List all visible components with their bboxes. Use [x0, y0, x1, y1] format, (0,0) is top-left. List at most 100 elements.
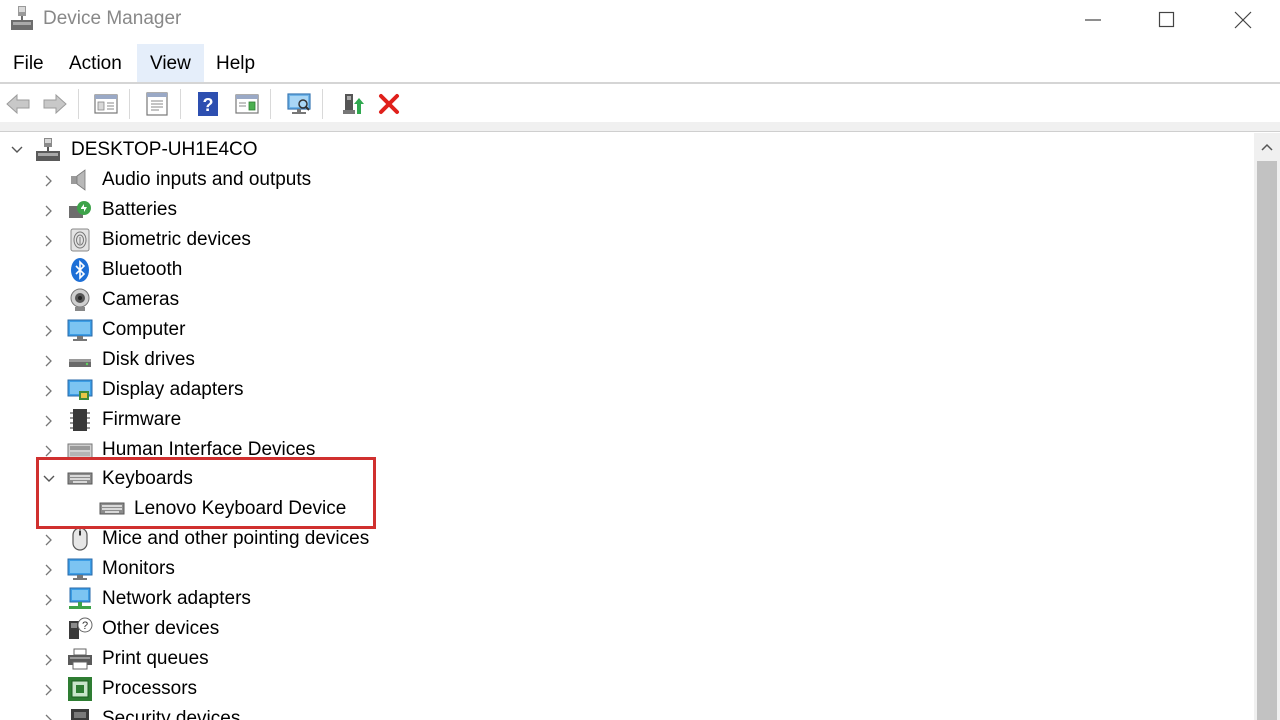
- tree-item-computer[interactable]: Computer: [0, 315, 420, 345]
- svg-text:?: ?: [203, 95, 214, 115]
- tree-item-bluetooth[interactable]: Bluetooth: [0, 255, 420, 285]
- tree-item-disk-drives[interactable]: Disk drives: [0, 345, 420, 375]
- expand-chevron-icon[interactable]: [42, 584, 56, 614]
- expand-chevron-icon[interactable]: [42, 375, 56, 405]
- toolbar-separator: [322, 89, 323, 119]
- scroll-thumb[interactable]: [1257, 161, 1277, 720]
- toolbar-separator: [78, 89, 79, 119]
- window-title: Device Manager: [43, 8, 182, 29]
- tree-item-label: Audio inputs and outputs: [102, 169, 312, 190]
- show-hide-console-tree-button[interactable]: [89, 87, 123, 121]
- minimize-button[interactable]: [1056, 0, 1130, 40]
- speaker-icon: [67, 168, 93, 192]
- tree-item-network-adapters[interactable]: Network adapters: [0, 584, 420, 614]
- forward-button[interactable]: [38, 87, 72, 121]
- menu-divider: [0, 82, 1280, 84]
- tree-item-label: Print queues: [102, 648, 209, 669]
- expand-chevron-icon[interactable]: [42, 315, 56, 345]
- tree-root-label: DESKTOP-UH1E4CO: [71, 139, 258, 160]
- expand-chevron-icon[interactable]: [42, 704, 56, 720]
- firmware-chip-icon: [67, 408, 93, 432]
- device-tree: DESKTOP-UH1E4CO Audio inputs and outputs…: [0, 133, 1254, 720]
- properties-button[interactable]: [140, 87, 174, 121]
- update-driver-button[interactable]: [334, 87, 368, 121]
- tree-item-display-adapters[interactable]: Display adapters: [0, 375, 420, 405]
- device-manager-app-icon: [10, 6, 34, 32]
- tree-item-label: Monitors: [102, 558, 175, 579]
- bluetooth-icon: [67, 258, 93, 282]
- expand-chevron-icon[interactable]: [42, 225, 56, 255]
- security-device-icon: [67, 707, 93, 720]
- toolbar-bottom-border: [0, 122, 1280, 132]
- tree-root[interactable]: DESKTOP-UH1E4CO: [0, 135, 400, 165]
- expand-chevron-icon[interactable]: [42, 674, 56, 704]
- fingerprint-icon: [67, 228, 93, 252]
- expand-chevron-icon[interactable]: [42, 165, 56, 195]
- tree-item-firmware[interactable]: Firmware: [0, 405, 420, 435]
- close-button[interactable]: [1206, 0, 1280, 40]
- tree-item-monitors[interactable]: Monitors: [0, 554, 420, 584]
- vertical-scrollbar[interactable]: [1254, 133, 1280, 720]
- toolbar-separator: [180, 89, 181, 119]
- toolbar-separator: [270, 89, 271, 119]
- menu-view[interactable]: View: [137, 44, 204, 82]
- menu-help[interactable]: Help: [203, 44, 268, 82]
- tree-item-label: Bluetooth: [102, 259, 183, 280]
- maximize-button[interactable]: [1130, 0, 1204, 40]
- help-button[interactable]: ?: [191, 87, 225, 121]
- display-adapter-icon: [67, 378, 93, 402]
- scan-hardware-changes-button[interactable]: [282, 87, 316, 121]
- tree-item-label: Computer: [102, 319, 186, 340]
- tree-item-label: Disk drives: [102, 349, 195, 370]
- tree-item-label: Display adapters: [102, 379, 244, 400]
- tree-item-processors[interactable]: Processors: [0, 674, 420, 704]
- tree-item-audio[interactable]: Audio inputs and outputs: [0, 165, 420, 195]
- back-button[interactable]: [1, 87, 35, 121]
- expand-chevron-icon[interactable]: [42, 614, 56, 644]
- title-bar: Device Manager: [0, 0, 1280, 40]
- printer-icon: [67, 647, 93, 671]
- processor-icon: [67, 677, 93, 701]
- expand-chevron-icon[interactable]: [42, 255, 56, 285]
- monitor-icon: [67, 318, 93, 342]
- menu-bar: File Action View Help: [0, 44, 1280, 82]
- uninstall-device-button[interactable]: [372, 87, 406, 121]
- expand-chevron-icon[interactable]: [42, 285, 56, 315]
- svg-text:?: ?: [82, 620, 88, 632]
- tree-item-batteries[interactable]: Batteries: [0, 195, 420, 225]
- tree-item-biometric-devices[interactable]: Biometric devices: [0, 225, 420, 255]
- monitor-icon: [67, 557, 93, 581]
- tree-item-label: Biometric devices: [102, 229, 251, 250]
- expand-chevron-icon[interactable]: [42, 644, 56, 674]
- toolbar-separator: [129, 89, 130, 119]
- menu-file[interactable]: File: [0, 44, 57, 82]
- mouse-icon: [67, 527, 93, 551]
- tree-item-label: Network adapters: [102, 588, 251, 609]
- tree-item-cameras[interactable]: Cameras: [0, 285, 420, 315]
- tree-item-label: Processors: [102, 678, 198, 699]
- disk-drive-icon: [67, 348, 93, 372]
- tree-item-label: Other devices: [102, 618, 220, 639]
- expand-chevron-icon[interactable]: [42, 195, 56, 225]
- scroll-up-button[interactable]: [1254, 133, 1280, 159]
- tree-item-security-devices[interactable]: Security devices: [0, 704, 420, 720]
- tree-item-print-queues[interactable]: Print queues: [0, 644, 420, 674]
- tree-item-label: Security devices: [102, 708, 241, 720]
- tree-item-label: Cameras: [102, 289, 180, 310]
- tree-item-label: Firmware: [102, 409, 182, 430]
- menu-action[interactable]: Action: [56, 44, 135, 82]
- computer-root-icon: [35, 138, 61, 162]
- battery-icon: [67, 198, 93, 222]
- collapse-chevron-icon[interactable]: [10, 135, 24, 165]
- action-pane-button[interactable]: [230, 87, 264, 121]
- network-adapter-icon: [67, 587, 93, 611]
- expand-chevron-icon[interactable]: [42, 554, 56, 584]
- tree-item-other-devices[interactable]: ? Other devices: [0, 614, 420, 644]
- toolbar: ?: [0, 85, 1280, 123]
- keyboards-highlight-box: [36, 457, 376, 529]
- expand-chevron-icon[interactable]: [42, 345, 56, 375]
- camera-icon: [67, 288, 93, 312]
- expand-chevron-icon[interactable]: [42, 405, 56, 435]
- unknown-device-icon: ?: [67, 617, 93, 641]
- tree-item-label: Batteries: [102, 199, 177, 220]
